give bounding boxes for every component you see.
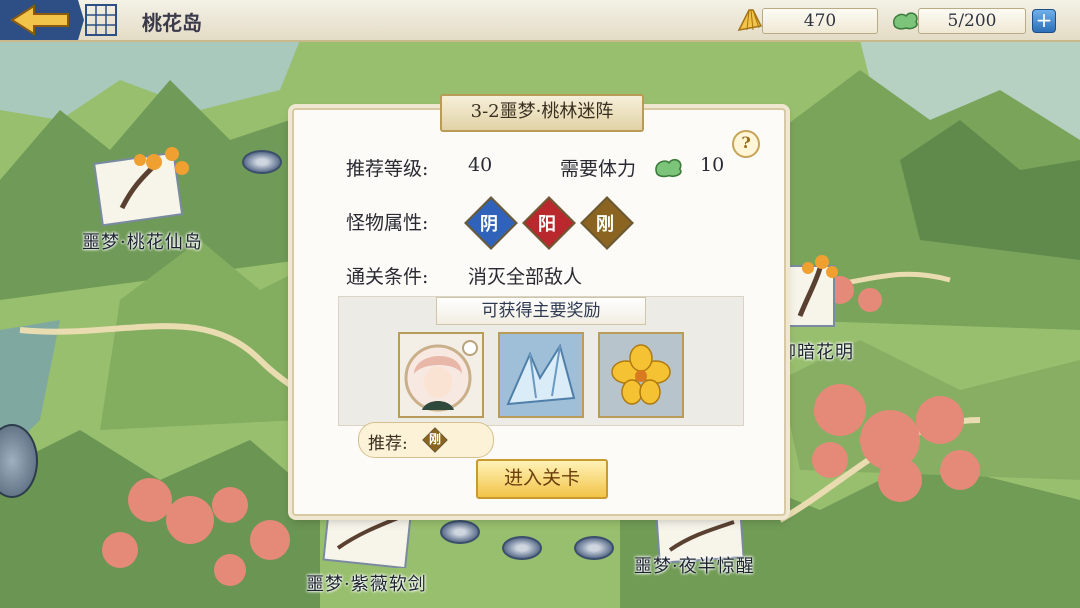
stage-marker-icon[interactable] [242, 150, 282, 174]
clear-condition-label: 通关条件: [346, 266, 429, 288]
stage-label[interactable]: 柳暗花明 [778, 338, 854, 364]
recommend-label: 推荐: [368, 434, 408, 454]
gold-fan-icon [737, 9, 763, 32]
recommend-attr-text: 刚 [428, 432, 441, 446]
stage-scroll-liuan[interactable] [780, 246, 840, 330]
stage-label[interactable]: 噩梦·桃花仙岛 [82, 228, 203, 254]
clear-condition-value: 消灭全部敌人 [468, 266, 583, 288]
stage-marker-icon[interactable] [440, 520, 480, 544]
monster-attr-label: 怪物属性: [346, 212, 429, 234]
crystal-shard-icon [500, 334, 582, 416]
stage-marker-icon[interactable] [502, 536, 542, 560]
attr-yang-text: 阳 [538, 214, 556, 235]
back-arrow-icon [0, 0, 84, 40]
orchid-flower-icon [600, 334, 682, 416]
cloud-icon [893, 12, 918, 30]
grid-icon [85, 4, 117, 36]
add-stamina-button[interactable]: + [1032, 9, 1056, 33]
attr-gang-text: 刚 [596, 214, 614, 235]
location-title: 桃花岛 [142, 11, 202, 35]
rewards-title: 可获得主要奖励 [436, 297, 646, 325]
gold-counter: 470 [762, 8, 878, 34]
stage-scroll-taohua[interactable] [92, 138, 202, 228]
stage-title: 3-2噩梦·桃林迷阵 [440, 94, 644, 132]
stamina-counter: 5/200 [918, 8, 1026, 34]
reward-character-portrait[interactable] [398, 332, 484, 418]
plus-icon: + [1035, 8, 1053, 32]
reward-item-crystal[interactable] [498, 332, 584, 418]
back-button[interactable] [0, 0, 84, 40]
stage-label[interactable]: 噩梦·夜半惊醒 [634, 552, 755, 578]
rec-level-value: 40 [468, 154, 493, 176]
character-avatar-icon [404, 340, 478, 412]
stamina-required-value: 10 [700, 154, 725, 176]
rec-level-label: 推荐等级: [346, 158, 429, 180]
reward-item-flower[interactable] [598, 332, 684, 418]
stage-marker-icon[interactable] [574, 536, 614, 560]
help-icon[interactable]: ? [732, 130, 760, 158]
stamina-required-label: 需要体力 [560, 158, 637, 180]
enter-stage-button[interactable]: 进入关卡 [476, 459, 608, 499]
attr-yin-text: 阴 [480, 214, 498, 235]
stage-label[interactable]: 噩梦·紫薇软剑 [306, 570, 427, 596]
cloud-icon [655, 158, 682, 178]
